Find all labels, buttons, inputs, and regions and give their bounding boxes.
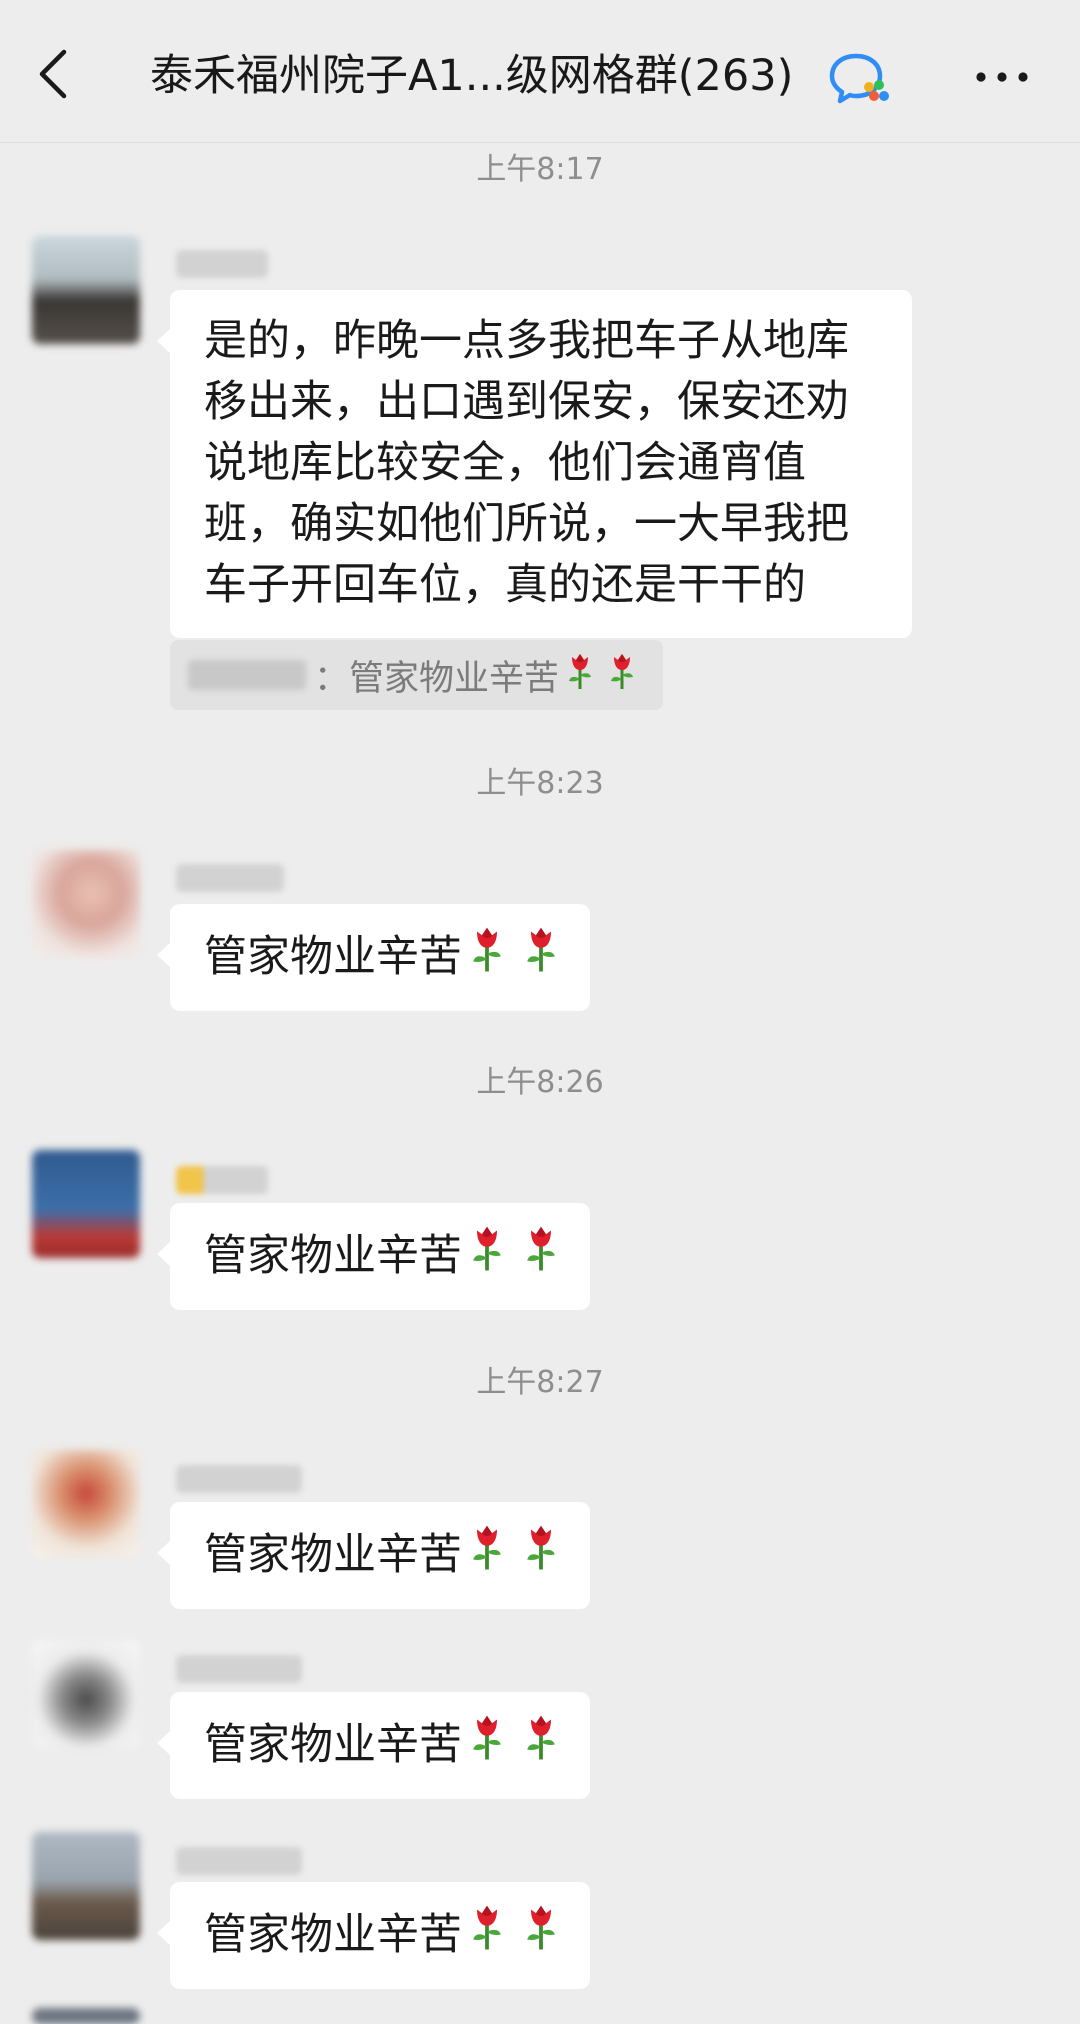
rose-icon (522, 1223, 560, 1290)
chat-header: 泰禾福州院子A1...级网格群(263) (0, 0, 1080, 143)
message-bubble[interactable]: 管家物业辛苦 (157, 1502, 590, 1609)
sender-name (176, 1166, 268, 1194)
quoted-message[interactable]: ： 管家物业辛苦 (170, 640, 664, 710)
timestamp: 上午8:27 (476, 1365, 604, 1400)
quote-separator: ： (314, 658, 350, 699)
quoted-sender-name (188, 660, 306, 690)
rose-icon (565, 651, 595, 700)
message-bubble[interactable]: 管家物业辛苦 (157, 1203, 590, 1310)
message-bubble[interactable]: 管家物业辛苦 (157, 904, 590, 1011)
timestamp: 上午8:23 (476, 766, 604, 801)
message-bubble[interactable]: 管家物业辛苦 (157, 1692, 590, 1799)
message-text: 管家物业辛苦 (204, 1231, 462, 1281)
message-text: 管家物业辛苦 (204, 1530, 462, 1580)
rose-icon (522, 1712, 560, 1779)
rose-icon (468, 1902, 506, 1969)
avatar[interactable] (32, 1640, 140, 1748)
chevron-left-icon (39, 49, 67, 99)
rose-icon (522, 924, 560, 991)
message-text: 管家物业辛苦 (204, 1720, 462, 1770)
rose-icon (468, 1712, 506, 1779)
rose-icon (522, 1522, 560, 1589)
message-text: 是的，昨晚一点多我把车子从地库移出来，出口遇到保安，保安还劝说地库比较安全，他们… (204, 316, 849, 610)
message-bubble[interactable]: 是的，昨晚一点多我把车子从地库移出来，出口遇到保安，保安还劝说地库比较安全，他们… (157, 290, 912, 638)
sender-name (176, 1847, 302, 1875)
more-dots-icon (976, 72, 1028, 82)
back-button[interactable] (30, 44, 76, 104)
more-options-button[interactable] (972, 62, 1032, 92)
rose-icon (522, 1902, 560, 1969)
message-text: 管家物业辛苦 (204, 932, 462, 982)
avatar[interactable] (32, 236, 140, 344)
message-bubble[interactable]: 管家物业辛苦 (157, 1882, 590, 1989)
avatar[interactable] (32, 1832, 140, 1940)
timestamp: 上午8:17 (476, 152, 604, 187)
rose-icon (468, 924, 506, 991)
sender-name (176, 1465, 302, 1493)
quoted-text: 管家物业辛苦 (349, 658, 560, 699)
rose-icon (468, 1223, 506, 1290)
wecom-chat-icon (828, 52, 892, 108)
rose-icon (607, 651, 637, 700)
avatar[interactable] (32, 2008, 140, 2024)
rose-icon (468, 1522, 506, 1589)
sender-name (176, 864, 284, 892)
avatar[interactable] (32, 1150, 140, 1258)
message-text: 管家物业辛苦 (204, 1910, 462, 1960)
sender-name (176, 1655, 302, 1683)
sender-name (176, 250, 268, 278)
avatar[interactable] (32, 1450, 140, 1558)
chat-title[interactable]: 泰禾福州院子A1...级网格群(263) (150, 46, 793, 106)
timestamp: 上午8:26 (476, 1065, 604, 1100)
avatar[interactable] (32, 850, 140, 958)
